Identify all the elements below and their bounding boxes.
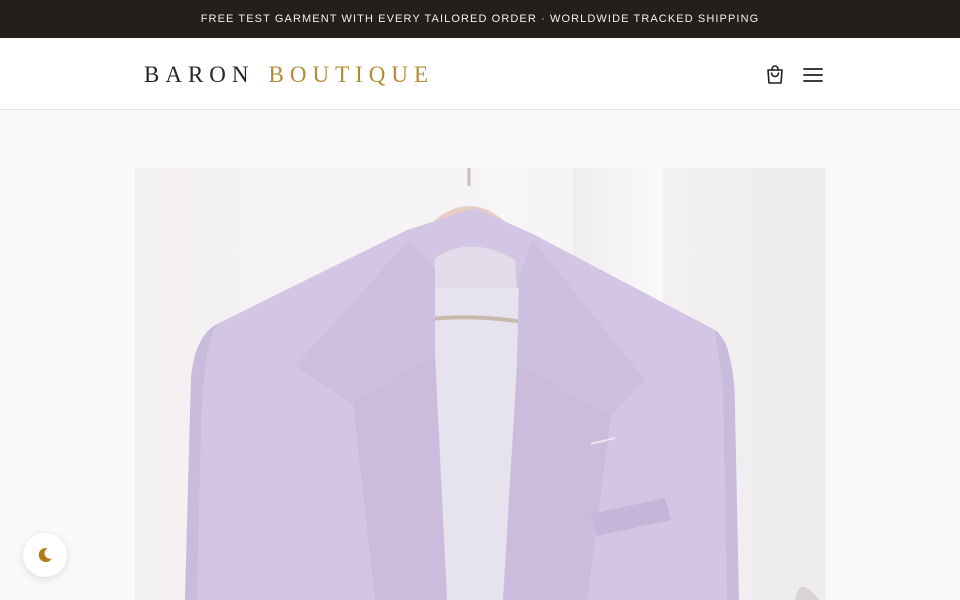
hamburger-menu-icon (803, 68, 823, 82)
brand-logo[interactable]: BARON BOUTIQUE (144, 62, 434, 88)
shopping-bag-icon (767, 65, 783, 84)
brand-word-accent: BOUTIQUE (268, 62, 435, 87)
jacket-illustration (185, 168, 819, 600)
main-content (0, 110, 960, 600)
announcement-bar: FREE TEST GARMENT WITH EVERY TAILORED OR… (0, 0, 960, 38)
moon-icon (38, 547, 52, 562)
announcement-text: FREE TEST GARMENT WITH EVERY TAILORED OR… (200, 13, 760, 25)
theme-toggle-button[interactable] (23, 533, 67, 577)
brand-word-primary: BARON (144, 62, 255, 87)
site-header: BARON BOUTIQUE (0, 38, 960, 110)
cart-button[interactable] (762, 62, 788, 88)
menu-button[interactable] (800, 62, 826, 88)
hero-image[interactable] (135, 168, 825, 600)
